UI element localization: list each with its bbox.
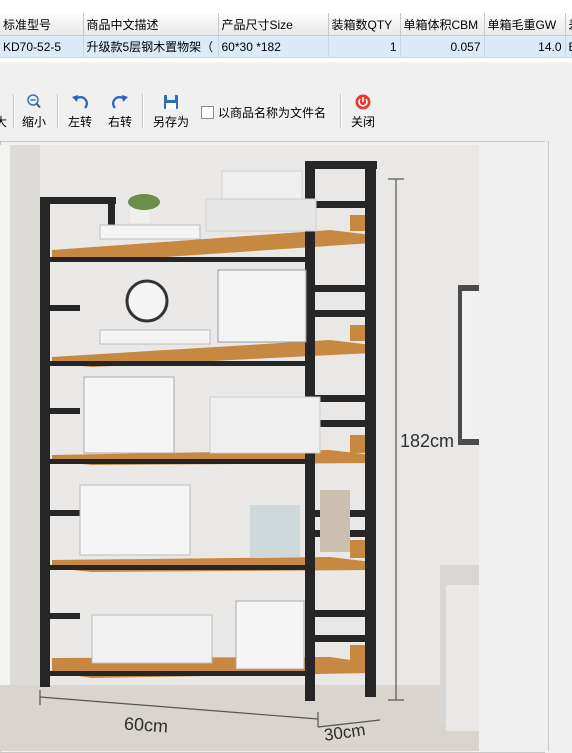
product-photo[interactable]: 182cm 60cm 30cm	[0, 145, 479, 751]
use-product-name-label: 以商品名称为文件名	[218, 106, 327, 120]
product-grid: 标准型号 商品中文描述 产品尺寸Size 装箱数QTY 单箱体积CBM 单箱毛重…	[0, 0, 572, 62]
right-side-panel	[548, 141, 572, 751]
toolbar-separator	[340, 94, 342, 128]
zoom-out-icon	[27, 94, 41, 109]
toolbar-separator	[13, 94, 15, 128]
cell-description[interactable]: 升级款5层钢木置物架（	[83, 35, 219, 58]
cell-extra[interactable]: E	[565, 35, 572, 58]
cell-model[interactable]: KD70-52-5	[0, 35, 84, 58]
toolbar-separator	[142, 94, 144, 128]
toolbar-separator	[57, 94, 59, 128]
cell-gw[interactable]: 14.0	[484, 35, 566, 58]
save-as-button[interactable]: 另存为	[150, 93, 192, 131]
rotate-right-label: 右转	[107, 115, 132, 129]
rotate-right-icon	[112, 95, 128, 109]
rotate-left-button[interactable]: 左转	[64, 93, 96, 131]
table-row[interactable]: KD70-52-5 升级款5层钢木置物架（ 60*30 *182 1 0.057…	[0, 35, 572, 58]
table-header-row: 标准型号 商品中文描述 产品尺寸Size 装箱数QTY 单箱体积CBM 单箱毛重…	[0, 13, 572, 36]
cell-size[interactable]: 60*30 *182	[218, 35, 329, 58]
rotate-right-button[interactable]: 右转	[104, 93, 136, 131]
rotate-left-label: 左转	[67, 115, 92, 129]
col-header-gw[interactable]: 单箱毛重GW	[484, 13, 566, 36]
zoom-out-label: 缩小	[21, 115, 46, 129]
height-dimension-label: 182cm	[400, 431, 455, 451]
product-table: 标准型号 商品中文描述 产品尺寸Size 装箱数QTY 单箱体积CBM 单箱毛重…	[0, 13, 572, 58]
cell-cbm[interactable]: 0.057	[400, 35, 485, 58]
zoom-in-icon	[0, 93, 8, 111]
col-header-extra[interactable]: 差	[565, 13, 572, 36]
col-header-size[interactable]: 产品尺寸Size	[218, 13, 329, 36]
image-toolbar: 大 缩小 左转 右转 另存为 以商品名称为文件名 关闭	[0, 91, 572, 131]
close-label: 关闭	[350, 115, 375, 129]
col-header-model[interactable]: 标准型号	[0, 13, 84, 36]
zoom-in-label: 大	[0, 115, 7, 129]
save-as-label: 另存为	[152, 115, 189, 129]
col-header-description[interactable]: 商品中文描述	[83, 13, 219, 36]
checkbox-box[interactable]	[201, 106, 214, 119]
width-dimension-label: 60cm	[123, 713, 169, 737]
use-product-name-checkbox[interactable]: 以商品名称为文件名	[201, 104, 326, 121]
power-icon	[355, 94, 371, 110]
floppy-disk-icon	[164, 95, 178, 109]
zoom-out-button[interactable]: 缩小	[18, 93, 50, 131]
col-header-qty[interactable]: 装箱数QTY	[328, 13, 401, 36]
close-button[interactable]: 关闭	[347, 93, 379, 131]
col-header-cbm[interactable]: 单箱体积CBM	[400, 13, 485, 36]
zoom-in-button[interactable]: 大	[0, 93, 8, 131]
cell-qty[interactable]: 1	[328, 35, 401, 58]
rotate-left-icon	[72, 95, 88, 109]
